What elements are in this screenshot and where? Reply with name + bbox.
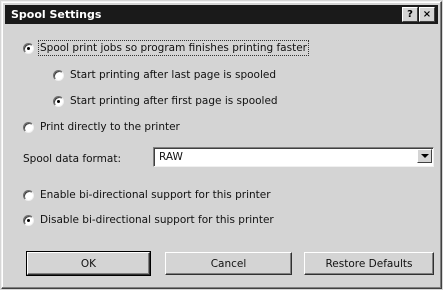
spool-format-label: Spool data format: [23,153,121,165]
radio-enable-bidi[interactable]: Enable bi-directional support for this p… [23,189,271,201]
help-button[interactable]: ? [402,7,418,22]
spool-format-value: RAW [159,151,183,163]
radio-label: Start printing after last page is spoole… [70,69,277,81]
title-bar[interactable]: Spool Settings ? × [5,5,438,24]
radio-disable-bidi[interactable]: Disable bi-directional support for this … [23,214,274,226]
radio-label: Spool print jobs so program finishes pri… [38,40,309,56]
radio-circle[interactable] [23,121,34,133]
close-button[interactable]: × [419,7,435,22]
radio-circle[interactable] [53,69,64,81]
radio-label: Enable bi-directional support for this p… [40,189,271,201]
ok-button[interactable]: OK [26,251,151,276]
radio-circle[interactable] [23,214,34,226]
restore-defaults-button[interactable]: Restore Defaults [304,252,434,275]
radio-spool-jobs[interactable]: Spool print jobs so program finishes pri… [23,40,309,56]
radio-start-after-last-page[interactable]: Start printing after last page is spoole… [53,69,276,81]
radio-circle[interactable] [53,95,64,107]
window-title: Spool Settings [11,8,102,21]
radio-circle[interactable] [23,42,34,54]
radio-label: Start printing after first page is spool… [70,95,278,107]
spool-format-select[interactable]: RAW [153,147,434,167]
radio-start-after-first-page[interactable]: Start printing after first page is spool… [53,95,278,107]
chevron-down-icon[interactable] [417,149,432,163]
radio-print-directly[interactable]: Print directly to the printer [23,121,180,133]
radio-label: Disable bi-directional support for this … [40,214,274,226]
radio-circle[interactable] [23,189,34,201]
cancel-button[interactable]: Cancel [165,252,292,275]
radio-label: Print directly to the printer [40,121,180,133]
